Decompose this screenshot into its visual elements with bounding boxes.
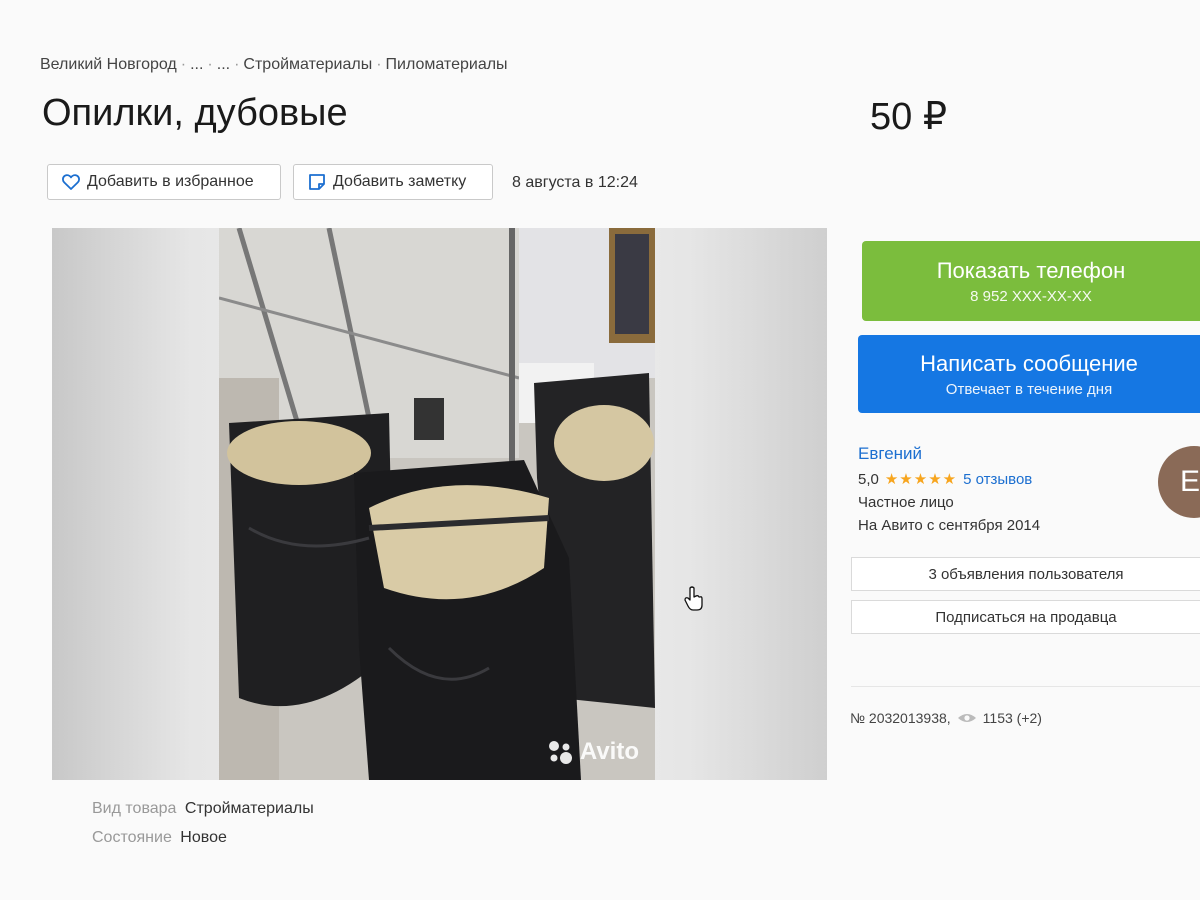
avatar-letter: Е xyxy=(1180,465,1200,498)
item-params: Вид товара Стройматериалы Состояние Ново… xyxy=(92,800,314,858)
reviews-link[interactable]: 5 отзывов xyxy=(963,471,1032,488)
views-count: 1153 (+2) xyxy=(982,710,1042,726)
add-note-label: Добавить заметку xyxy=(333,173,467,190)
phone-number-masked: 8 952 XXX-XX-XX xyxy=(970,287,1092,305)
seller-info: Евгений 5,0 ★★★★★ 5 отзывов Частное лицо… xyxy=(858,444,1158,534)
breadcrumb-category[interactable]: Стройматериалы xyxy=(243,56,372,73)
subscribe-seller-label: Подписаться на продавца xyxy=(935,608,1117,626)
rating-stars-icon: ★★★★★ xyxy=(884,471,958,488)
write-message-label: Написать сообщение xyxy=(920,350,1138,376)
response-time-label: Отвечает в течение дня xyxy=(945,380,1113,398)
heart-icon xyxy=(62,174,80,190)
avito-logo-icon xyxy=(548,741,572,764)
breadcrumb-separator: · xyxy=(376,56,382,73)
breadcrumb-separator: · xyxy=(180,56,187,73)
breadcrumb: Великий Новгород ·... ·... · Стройматериалы ·… xyxy=(40,56,508,74)
add-to-favorites-label: Добавить в избранное xyxy=(87,173,254,190)
price: 50 ₽ xyxy=(870,96,948,138)
seller-avatar[interactable]: Е xyxy=(1158,446,1200,518)
seller-name-link[interactable]: Евгений xyxy=(858,444,1158,464)
breadcrumb-subcategory[interactable]: Пиломатериалы xyxy=(386,56,508,73)
listing-number: № 2032013938, xyxy=(850,710,951,726)
breadcrumb-city[interactable]: Великий Новгород xyxy=(40,56,177,73)
seller-rating: 5,0 ★★★★★ 5 отзывов xyxy=(858,470,1158,489)
hand-cursor-icon xyxy=(684,586,703,611)
param-row: Вид товара Стройматериалы xyxy=(92,800,314,818)
write-message-button[interactable]: Написать сообщение Отвечает в течение дн… xyxy=(858,335,1200,413)
param-value: Новое xyxy=(180,829,227,846)
sawdust-bags-photo xyxy=(219,228,655,780)
param-value: Стройматериалы xyxy=(184,800,314,817)
add-note-button[interactable]: Добавить заметку xyxy=(293,164,493,200)
seller-type: Частное лицо xyxy=(858,494,954,511)
photo-gallery[interactable]: Avito xyxy=(52,228,827,780)
breadcrumb-ellipsis-2[interactable]: ... xyxy=(217,56,230,73)
seller-since: На Авито с сентября 2014 xyxy=(858,517,1041,534)
page-title: Опилки, дубовые xyxy=(42,92,348,134)
publish-date: 8 августа в 12:24 xyxy=(512,174,638,191)
eye-icon xyxy=(957,714,976,722)
show-phone-label: Показать телефон xyxy=(936,257,1126,283)
breadcrumb-ellipsis-1[interactable]: ... xyxy=(190,56,203,73)
user-ads-label: 3 объявления пользователя xyxy=(928,565,1124,583)
rating-value: 5,0 xyxy=(858,470,879,488)
param-row: Состояние Новое xyxy=(92,829,314,847)
param-label: Состояние xyxy=(92,829,172,846)
note-icon xyxy=(309,174,325,190)
watermark-text: Avito xyxy=(579,738,639,765)
add-to-favorites-button[interactable]: Добавить в избранное xyxy=(47,164,281,200)
show-phone-button[interactable]: Показать телефон 8 952 XXX-XX-XX xyxy=(862,241,1200,321)
breadcrumb-separator: · xyxy=(207,56,213,73)
divider xyxy=(851,686,1200,687)
listing-page: Великий Новгород ·... ·... · Стройматериалы ·… xyxy=(0,0,1200,900)
breadcrumb-separator: · xyxy=(234,56,240,73)
param-label: Вид товара xyxy=(92,800,177,817)
listing-photo[interactable]: Avito xyxy=(219,228,655,780)
avito-watermark: Avito xyxy=(546,738,639,766)
user-ads-button[interactable]: 3 объявления пользователя xyxy=(851,557,1200,591)
listing-meta: № 2032013938, 1153 (+2) xyxy=(850,710,1042,726)
subscribe-seller-button[interactable]: Подписаться на продавца xyxy=(851,600,1200,634)
